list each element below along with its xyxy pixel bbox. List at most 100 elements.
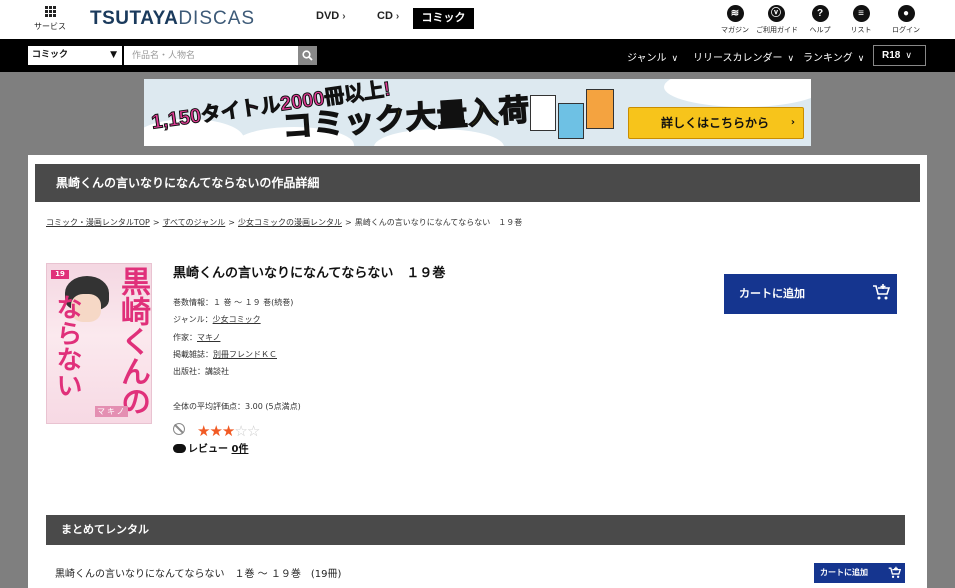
page-title: 黒崎くんの言いなりになんてならないの作品詳細: [35, 164, 920, 202]
guide-button[interactable]: ⓥ ご利用ガイド: [756, 5, 798, 35]
cover-image[interactable]: 19 黒崎くんの ならない マキノ: [46, 263, 152, 424]
magazine-info-label: 掲載雑誌：: [173, 350, 213, 359]
breadcrumb-item-shoujo[interactable]: 少女コミックの漫画レンタル: [238, 218, 342, 227]
publisher-info: 出版社：講談社: [173, 366, 229, 377]
bundle-cart-label: カートに追加: [820, 568, 868, 577]
work-title: 黒崎くんの言いなりになんてならない １９巻: [173, 266, 446, 281]
magazine-icon: ≋: [726, 5, 744, 22]
guide-label: ご利用ガイド: [756, 26, 798, 34]
logo-bold: TSUTAYA: [90, 8, 179, 29]
genre-menu[interactable]: ジャンル ∨: [627, 49, 678, 64]
cover-title: 黒崎くんの: [115, 266, 150, 416]
genre-link[interactable]: 少女コミック: [213, 315, 261, 324]
magazine-label: マガジン: [721, 26, 749, 34]
service-label: サービス: [34, 22, 66, 31]
author-link[interactable]: マキノ: [197, 333, 220, 342]
list-button[interactable]: ≡ リスト: [841, 5, 881, 35]
magazine-link[interactable]: 別冊フレンドＫＣ: [213, 350, 277, 359]
cart-plus-icon: [873, 284, 890, 300]
search-icon: [302, 50, 313, 61]
comic-books-image: [524, 85, 624, 140]
genre-info-label: ジャンル：: [173, 315, 213, 324]
author-label: 作家：: [173, 333, 197, 342]
chevron-right-icon: ›: [395, 11, 400, 22]
help-label: ヘルプ: [809, 26, 831, 34]
chevron-down-icon: ∨: [905, 50, 912, 60]
nav-dvd-label: DVD: [316, 10, 340, 22]
help-icon: ?: [811, 5, 829, 22]
chevron-down-icon: ∨: [787, 54, 795, 64]
genre-info: ジャンル：少女コミック: [173, 314, 261, 325]
rating-label: 全体の平均評価点：: [173, 402, 245, 411]
release-calendar-menu[interactable]: リリースカレンダー ∨: [693, 49, 794, 64]
magazine-info: 掲載雑誌：別冊フレンドＫＣ: [173, 349, 277, 360]
grid-icon: [33, 6, 67, 17]
speech-bubble-icon: [173, 443, 186, 453]
nav-cd-label: CD: [377, 10, 393, 22]
chevron-right-icon: ›: [342, 11, 346, 22]
breadcrumb-item-all-genres[interactable]: すべてのジャンル: [163, 218, 226, 227]
promo-banner[interactable]: 1,150タイトル2000冊以上! コミック大量入荷! 詳しくはこちらから ›: [144, 79, 811, 146]
star-rating: ★★★☆☆: [197, 422, 260, 440]
category-select[interactable]: コミック ▼: [28, 46, 122, 65]
breadcrumb-current: 黒崎くんの言いなりになんてならない １９巻: [354, 218, 523, 227]
list-label: リスト: [850, 26, 872, 34]
star-filled-icon: ★: [209, 422, 222, 440]
bundle-item-text: 黒崎くんの言いなりになんてならない １巻 ～ １９巻 (19冊): [55, 569, 342, 580]
ranking-label: ランキング: [803, 53, 853, 64]
genre-label: ジャンル: [627, 53, 667, 64]
search-bar: コミック ▼ ジャンル ∨ リリースカレンダー ∨ ランキング ∨ R18 ∨: [0, 39, 955, 72]
star-filled-icon: ★: [221, 422, 235, 440]
chevron-right-icon: ›: [790, 117, 795, 128]
cover-author: マキノ: [95, 406, 129, 417]
cover-volume: 19: [51, 270, 69, 279]
not-interested-icon[interactable]: [173, 423, 185, 435]
category-value: コミック: [32, 50, 69, 60]
banner-cta-button[interactable]: 詳しくはこちらから ›: [628, 107, 804, 139]
release-label: リリースカレンダー: [693, 53, 783, 64]
bundle-rental-heading: まとめてレンタル: [46, 515, 905, 545]
login-icon: ●: [897, 5, 915, 22]
search-input[interactable]: [124, 46, 298, 65]
add-to-cart-label: カートに追加: [739, 287, 805, 300]
nav-dvd[interactable]: DVD ›: [316, 10, 346, 22]
chevron-down-icon: ∨: [671, 54, 679, 64]
top-header: サービス TSUTAYADISCAS DVD › CD › コミック ≋ マガジン …: [0, 0, 955, 39]
publisher-label: 出版社：: [173, 367, 205, 376]
service-menu-button[interactable]: サービス: [33, 6, 67, 32]
review-link-row: レビュー 0件: [173, 440, 248, 455]
list-icon: ≡: [852, 5, 870, 22]
search-button[interactable]: [298, 46, 317, 65]
main-content: 黒崎くんの言いなりになんてならないの作品詳細 コミック・漫画レンタルTOP > すべ…: [28, 155, 927, 588]
breadcrumb-item-top[interactable]: コミック・漫画レンタルTOP: [46, 218, 150, 227]
publisher-value: 講談社: [205, 367, 229, 376]
author-info: 作家：マキノ: [173, 332, 220, 343]
r18-label: R18: [882, 50, 901, 61]
help-button[interactable]: ? ヘルプ: [800, 5, 840, 35]
star-filled-icon: ★: [197, 422, 210, 440]
volumes-info: 巻数情報：１ 巻 ～ １９ 巻(続巻): [173, 297, 293, 308]
volumes-value: １ 巻 ～ １９ 巻(続巻): [213, 298, 294, 307]
ranking-menu[interactable]: ランキング ∨: [803, 49, 864, 64]
banner-cta-label: 詳しくはこちらから: [661, 116, 770, 130]
magazine-button[interactable]: ≋ マガジン: [715, 5, 755, 35]
r18-menu[interactable]: R18 ∨: [873, 45, 926, 66]
logo-rest: DISCAS: [178, 8, 256, 29]
chevron-down-icon: ∨: [857, 54, 865, 64]
nav-cd[interactable]: CD ›: [377, 10, 399, 22]
star-empty-icon: ☆: [246, 422, 260, 440]
logo[interactable]: TSUTAYADISCAS: [90, 8, 255, 30]
cart-plus-icon: [888, 566, 901, 578]
nav-comic[interactable]: コミック: [413, 8, 474, 29]
star-empty-icon: ☆: [234, 422, 247, 440]
add-to-cart-button[interactable]: カートに追加: [724, 274, 897, 314]
review-count-link[interactable]: 0件: [231, 444, 248, 455]
average-rating: 全体の平均評価点：3.00 (5点満点): [173, 401, 301, 412]
bundle-add-to-cart-button[interactable]: カートに追加: [814, 563, 905, 583]
login-button[interactable]: ● ログイン: [886, 5, 926, 35]
breadcrumb: コミック・漫画レンタルTOP > すべてのジャンル > 少女コミックの漫画レンタル > 黒崎…: [46, 218, 523, 227]
rating-value: 3.00 (5点満点): [245, 402, 301, 411]
review-label: レビュー: [188, 444, 228, 455]
cover-subtitle: ならない: [52, 294, 82, 398]
guide-icon: ⓥ: [767, 5, 785, 22]
